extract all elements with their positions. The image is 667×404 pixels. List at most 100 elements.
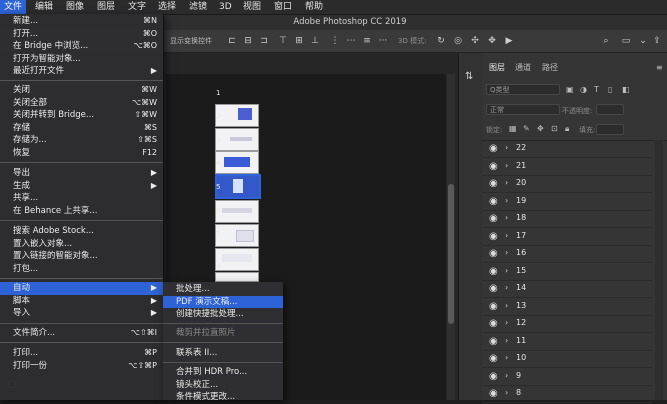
submenu-item-batch[interactable]: 批处理... <box>163 283 283 296</box>
menu-item-scripts[interactable]: 脚本 ▶ <box>0 295 163 308</box>
layer-row[interactable]: ◉ › 11 <box>482 333 652 351</box>
layer-row[interactable]: ◉ › 20 <box>482 175 652 193</box>
align-left-icon[interactable]: ⊏ <box>227 36 237 46</box>
lock-image-icon[interactable]: ✎ <box>523 124 530 133</box>
menu-item-import[interactable]: 导入 ▶ <box>0 307 163 320</box>
align-top-icon[interactable]: ⊤ <box>278 36 288 46</box>
search-icon[interactable]: ⌕ <box>601 36 611 46</box>
panel-menu-icon[interactable]: ≡ <box>656 63 663 72</box>
distribute-h-icon[interactable]: ⋯ <box>346 36 356 46</box>
filter-smart-icon[interactable]: ◧ <box>622 85 630 94</box>
submenu-item-create-droplet[interactable]: 创建快捷批处理... <box>163 308 283 321</box>
menu-help[interactable]: 帮助 <box>305 0 323 14</box>
layer-row[interactable]: ◉ › 9 <box>482 368 652 386</box>
chevron-right-icon[interactable]: › <box>505 161 508 170</box>
layer-row[interactable]: ◉ › 10 <box>482 350 652 368</box>
filter-shape-icon[interactable]: ▯ <box>608 85 612 94</box>
3d-roll-icon[interactable]: ◎ <box>453 36 463 46</box>
visibility-eye-icon[interactable]: ◉ <box>489 301 498 312</box>
page-thumbnail[interactable] <box>215 128 259 151</box>
menu-item-print-one-copy[interactable]: 打印一份 ⌥⇧⌘P <box>0 360 163 373</box>
menu-file[interactable]: 文件 <box>0 0 26 14</box>
menu-view[interactable]: 视图 <box>243 0 261 14</box>
menu-item-automate[interactable]: 自动 ▶ <box>0 282 163 295</box>
page-thumbnail[interactable] <box>215 104 259 127</box>
chevron-right-icon[interactable]: › <box>505 178 508 187</box>
visibility-eye-icon[interactable]: ◉ <box>489 266 498 277</box>
visibility-eye-icon[interactable]: ◉ <box>489 178 498 189</box>
menu-item-recent-files[interactable]: 最近打开文件 ▶ <box>0 65 163 78</box>
menu-item-print[interactable]: 打印... ⌘P <box>0 347 163 360</box>
align-center-icon[interactable]: ⊟ <box>243 36 253 46</box>
menu-item-share[interactable]: 共享... <box>0 192 163 205</box>
menu-item-save[interactable]: 存储 ⌘S <box>0 122 163 135</box>
show-transform-label[interactable]: 显示变换控件 <box>170 36 212 46</box>
layer-row[interactable]: ◉ › 22 <box>482 140 652 158</box>
menu-item-close-go-bridge[interactable]: 关闭并转到 Bridge... ⇧⌘W <box>0 109 163 122</box>
chevron-right-icon[interactable]: › <box>505 336 508 345</box>
align-right-icon[interactable]: ⊐ <box>259 36 269 46</box>
menu-item-generate[interactable]: 生成 ▶ <box>0 180 163 193</box>
menu-window[interactable]: 窗口 <box>274 0 292 14</box>
menu-filter[interactable]: 滤镜 <box>189 0 207 14</box>
menu-item-file-info[interactable]: 文件简介... ⌥⇧⌘I <box>0 327 163 340</box>
page-thumbnail-selected[interactable] <box>215 174 261 199</box>
lock-artboard-icon[interactable]: ⊡ <box>551 124 558 133</box>
tab-paths[interactable]: 路径 <box>542 60 558 76</box>
distribute-icon[interactable]: ⋮ <box>330 36 340 46</box>
submenu-item-contact-sheet[interactable]: 联系表 II... <box>163 347 283 360</box>
layer-row[interactable]: ◉ › 15 <box>482 263 652 281</box>
3d-rotate-icon[interactable]: ↻ <box>436 36 446 46</box>
layer-row[interactable]: ◉ › 21 <box>482 158 652 176</box>
menu-item-save-as[interactable]: 存储为... ⇧⌘S <box>0 134 163 147</box>
layer-filter-select[interactable]: Q类型 <box>486 84 560 95</box>
menu-edit[interactable]: 编辑 <box>35 0 53 14</box>
menu-select[interactable]: 选择 <box>158 0 176 14</box>
menu-item-browse-bridge[interactable]: 在 Bridge 中浏览... ⌥⌘O <box>0 40 163 53</box>
visibility-eye-icon[interactable]: ◉ <box>489 353 498 364</box>
chevron-right-icon[interactable]: › <box>505 301 508 310</box>
more-icon[interactable]: ··· <box>378 36 388 46</box>
menu-item-new[interactable]: 新建... ⌘N <box>0 15 163 28</box>
3d-slide-icon[interactable]: ✥ <box>487 36 497 46</box>
menu-item-open[interactable]: 打开... ⌘O <box>0 28 163 41</box>
layer-row[interactable]: ◉ › 14 <box>482 280 652 298</box>
visibility-eye-icon[interactable]: ◉ <box>489 336 498 347</box>
visibility-eye-icon[interactable]: ◉ <box>489 213 498 224</box>
chevron-right-icon[interactable]: › <box>505 143 508 152</box>
layer-row[interactable]: ◉ › 18 <box>482 210 652 228</box>
submenu-item-pdf-presentation[interactable]: PDF 演示文稿... <box>163 295 283 308</box>
visibility-eye-icon[interactable]: ◉ <box>489 196 498 207</box>
chevron-right-icon[interactable]: › <box>505 231 508 240</box>
submenu-item-conditional-mode[interactable]: 条件模式更改... <box>163 391 283 404</box>
chevron-right-icon[interactable]: › <box>505 266 508 275</box>
chevron-right-icon[interactable]: › <box>505 196 508 205</box>
visibility-eye-icon[interactable]: ◉ <box>489 283 498 294</box>
adjust-icon[interactable]: ⇅ <box>465 71 473 82</box>
layer-row[interactable]: ◉ › 19 <box>482 193 652 211</box>
chevron-right-icon[interactable]: › <box>505 318 508 327</box>
menu-type[interactable]: 文字 <box>128 0 146 14</box>
menu-item-close[interactable]: 关闭 ⌘W <box>0 84 163 97</box>
blend-mode-select[interactable]: 正常 <box>486 104 560 115</box>
3d-drag-icon[interactable]: ✣ <box>470 36 480 46</box>
3d-camera-icon[interactable]: ▶ <box>504 36 514 46</box>
menu-image[interactable]: 图像 <box>66 0 84 14</box>
tab-layers[interactable]: 图层 <box>489 60 505 76</box>
align-middle-icon[interactable]: ⊞ <box>294 36 304 46</box>
menu-item-share-behance[interactable]: 在 Behance 上共享... <box>0 205 163 218</box>
chevron-right-icon[interactable]: › <box>505 353 508 362</box>
menu-layer[interactable]: 图层 <box>97 0 115 14</box>
lock-all-icon[interactable]: 🔒︎ <box>565 124 569 134</box>
menu-item-search-adobe-stock[interactable]: 搜索 Adobe Stock... <box>0 225 163 238</box>
layer-row[interactable]: ◉ › 8 <box>482 385 652 403</box>
visibility-eye-icon[interactable]: ◉ <box>489 371 498 382</box>
layer-row[interactable]: ◉ › 12 <box>482 315 652 333</box>
visibility-eye-icon[interactable]: ◉ <box>489 143 498 154</box>
menu-item-export[interactable]: 导出 ▶ <box>0 167 163 180</box>
layer-row[interactable]: ◉ › 16 <box>482 245 652 263</box>
visibility-eye-icon[interactable]: ◉ <box>489 231 498 242</box>
menu-item-place-embedded[interactable]: 置入嵌入对象... <box>0 238 163 251</box>
layer-row[interactable]: ◉ › 13 <box>482 298 652 316</box>
menu-item-close-all[interactable]: 关闭全部 ⌥⌘W <box>0 97 163 110</box>
